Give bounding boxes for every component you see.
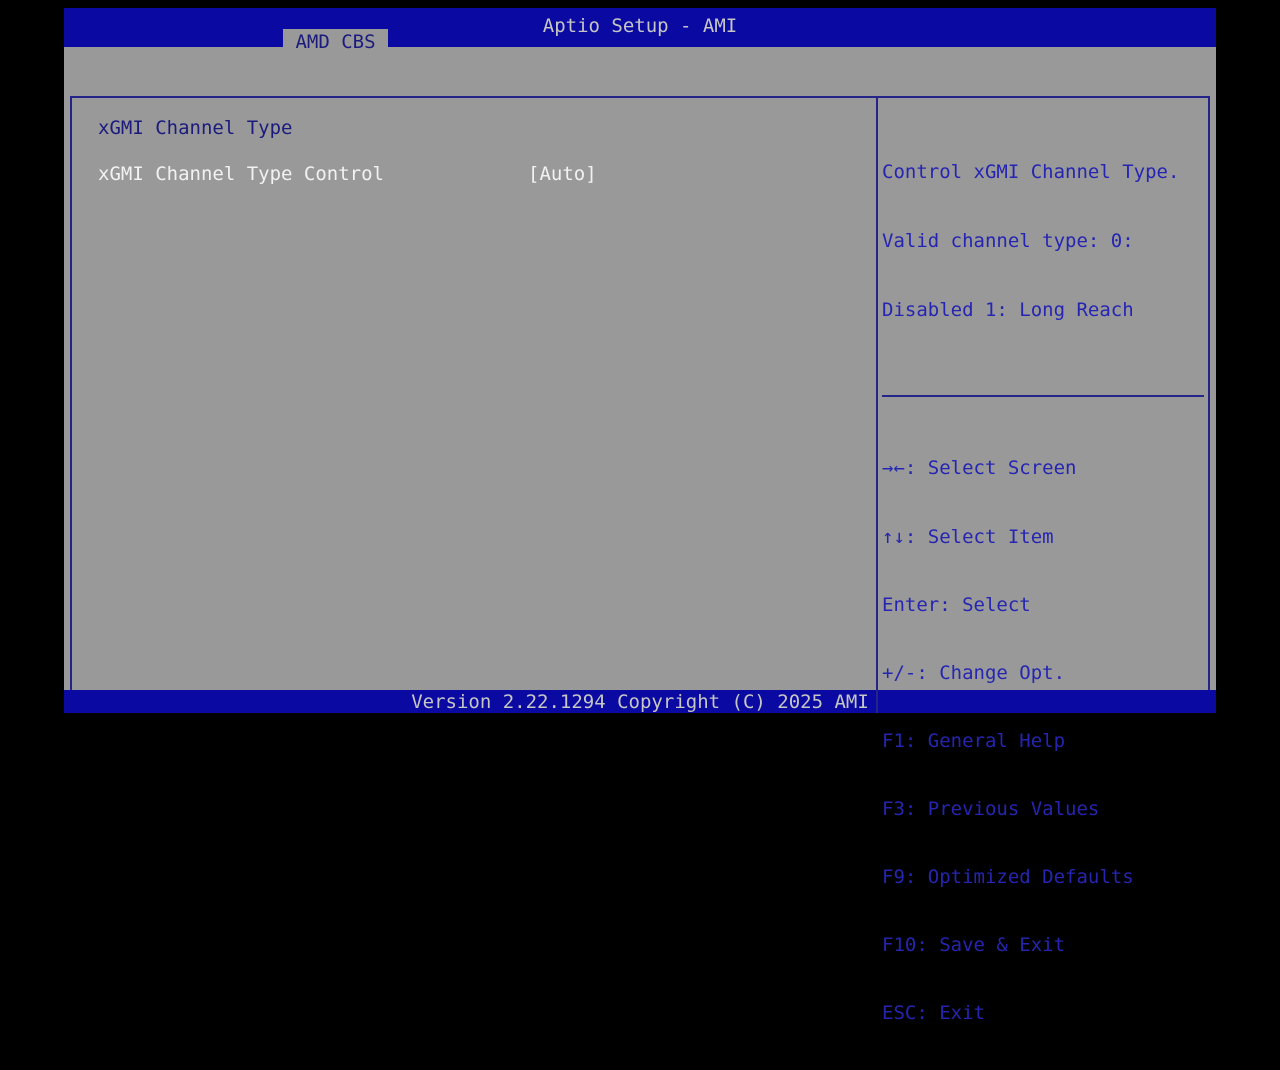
help-description-line: Control xGMI Channel Type. xyxy=(882,161,1180,183)
bios-setup-screen: Aptio Setup - AMI AMD CBS xGMI Channel T… xyxy=(64,8,1216,1024)
version-text: Version 2.22.1294 Copyright (C) 2025 AMI xyxy=(411,691,869,713)
tab-amd-cbs-label: AMD CBS xyxy=(295,31,376,53)
menu-section-title: xGMI Channel Type xyxy=(98,117,293,139)
hotkey-f10-save-exit: F10: Save & Exit xyxy=(882,934,1066,957)
hotkey-f1-general-help: F1: General Help xyxy=(882,729,1066,752)
hotkey-select-screen: →←: Select Screen xyxy=(882,457,1077,480)
title-bar: Aptio Setup - AMI xyxy=(64,8,1216,47)
hotkey-f3-previous-values: F3: Previous Values xyxy=(882,797,1100,820)
hotkey-esc-exit: ESC: Exit xyxy=(882,1002,985,1025)
hotkey-legend: →←: Select Screen ↑↓: Select Item Enter:… xyxy=(882,412,1212,1070)
help-description-line: Valid channel type: 0: xyxy=(882,230,1134,252)
help-description: Control xGMI Channel Type. Valid channel… xyxy=(882,115,1204,368)
hotkey-select-item: ↑↓: Select Item xyxy=(882,525,1054,548)
tab-amd-cbs[interactable]: AMD CBS xyxy=(283,29,388,53)
panel-vertical-divider xyxy=(876,96,878,713)
setup-title: Aptio Setup - AMI xyxy=(542,15,738,37)
setup-body: xGMI Channel Type xGMI Channel Type Cont… xyxy=(64,47,1216,1024)
menu-item-label: xGMI Channel Type Control xyxy=(98,163,384,185)
menu-item-value[interactable]: [Auto] xyxy=(528,163,597,185)
hotkey-f9-optimized-defaults: F9: Optimized Defaults xyxy=(882,866,1134,889)
hotkey-change-opt: +/-: Change Opt. xyxy=(882,661,1066,684)
version-bar: Version 2.22.1294 Copyright (C) 2025 AMI xyxy=(64,690,1216,713)
help-description-line: Disabled 1: Long Reach xyxy=(882,299,1134,321)
hotkey-enter-select: Enter: Select xyxy=(882,593,1031,616)
menu-item-xgmi-channel-type-control[interactable]: xGMI Channel Type Control [Auto] xyxy=(64,163,876,185)
help-panel-divider xyxy=(882,395,1204,397)
